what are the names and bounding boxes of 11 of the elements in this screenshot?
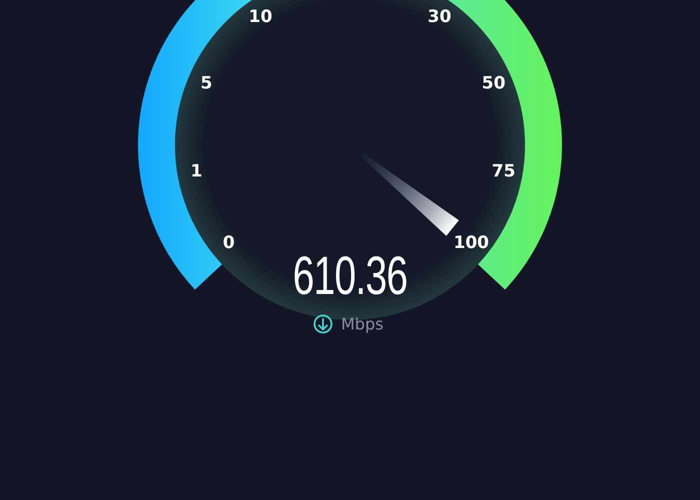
tick-label: 100 (453, 232, 489, 253)
speed-value: 610.36 (292, 244, 408, 306)
tick-label: 75 (492, 162, 516, 182)
tick-label: 30 (428, 6, 452, 27)
download-icon (314, 314, 332, 334)
tick-label: 50 (482, 74, 506, 94)
tick-label: 1 (190, 162, 202, 182)
tick-label: 5 (200, 74, 212, 94)
unit-label: Mbps (341, 314, 384, 334)
tick-label: 10 (248, 6, 272, 27)
tick-label: 0 (222, 232, 235, 253)
